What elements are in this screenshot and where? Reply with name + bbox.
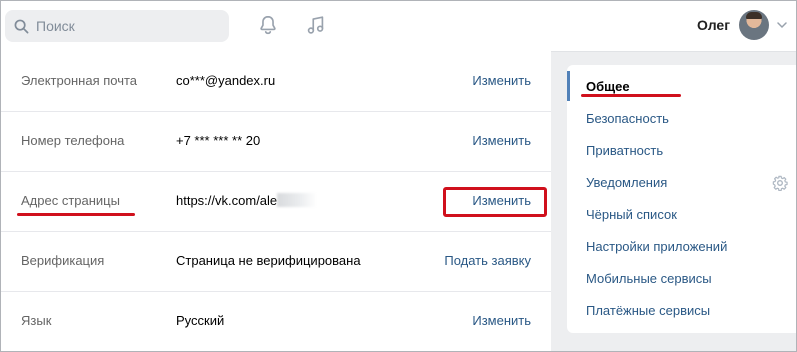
menu-item-notifications[interactable]: Уведомления bbox=[586, 175, 667, 190]
row-value: https://vk.com/ale bbox=[176, 193, 318, 208]
menu-item-app-settings[interactable]: Настройки приложений bbox=[586, 239, 727, 254]
settings-row-language: Язык Русский Изменить bbox=[1, 291, 551, 351]
search-input[interactable]: Поиск bbox=[5, 10, 229, 42]
bell-icon[interactable] bbox=[257, 14, 279, 36]
row-value: Русский bbox=[176, 313, 225, 328]
row-value: co***@yandex.ru bbox=[176, 73, 276, 88]
screenshot-frame: Поиск Олег Электронная почта co***@yande… bbox=[0, 0, 797, 352]
menu-item-mobile-services[interactable]: Мобильные сервисы bbox=[586, 271, 712, 286]
highlight-underline bbox=[581, 94, 681, 97]
menu-item-security[interactable]: Безопасность bbox=[586, 111, 669, 126]
row-value: +7 *** *** ** 20 bbox=[176, 133, 261, 148]
menu-item-blacklist[interactable]: Чёрный список bbox=[586, 207, 677, 222]
row-label: Электронная почта bbox=[21, 73, 138, 88]
row-label: Номер телефона bbox=[21, 133, 125, 148]
change-email-link[interactable]: Изменить bbox=[472, 73, 531, 88]
row-value: Страница не верифицирована bbox=[176, 253, 361, 268]
music-note-icon[interactable] bbox=[305, 14, 327, 36]
search-placeholder: Поиск bbox=[36, 18, 75, 34]
menu-item-privacy[interactable]: Приватность bbox=[586, 143, 663, 158]
address-text: https://vk.com/ale bbox=[176, 193, 278, 208]
apply-verification-link[interactable]: Подать заявку bbox=[444, 253, 531, 268]
search-icon bbox=[14, 19, 29, 33]
row-label: Язык bbox=[21, 313, 52, 328]
change-phone-link[interactable]: Изменить bbox=[472, 133, 531, 148]
settings-row-phone: Номер телефона +7 *** *** ** 20 Изменить bbox=[1, 111, 551, 172]
user-name[interactable]: Олег bbox=[697, 17, 730, 33]
settings-row-email: Электронная почта co***@yandex.ru Измени… bbox=[1, 51, 551, 112]
active-indicator bbox=[567, 71, 570, 101]
highlight-underline bbox=[17, 213, 135, 216]
settings-menu: Общее Безопасность Приватность Уведомлен… bbox=[567, 65, 796, 333]
highlight-box bbox=[443, 187, 547, 217]
row-label: Адрес страницы bbox=[21, 193, 120, 208]
menu-item-general[interactable]: Общее bbox=[586, 79, 630, 94]
settings-row-verification: Верификация Страница не верифицирована П… bbox=[1, 231, 551, 292]
change-language-link[interactable]: Изменить bbox=[472, 313, 531, 328]
avatar[interactable] bbox=[739, 10, 769, 40]
row-label: Верификация bbox=[21, 253, 105, 268]
chevron-down-icon[interactable] bbox=[777, 21, 787, 29]
gear-icon[interactable] bbox=[772, 175, 788, 191]
menu-item-payment-services[interactable]: Платёжные сервисы bbox=[586, 303, 710, 318]
top-header: Поиск Олег bbox=[1, 1, 796, 52]
redacted-blur bbox=[277, 193, 318, 207]
